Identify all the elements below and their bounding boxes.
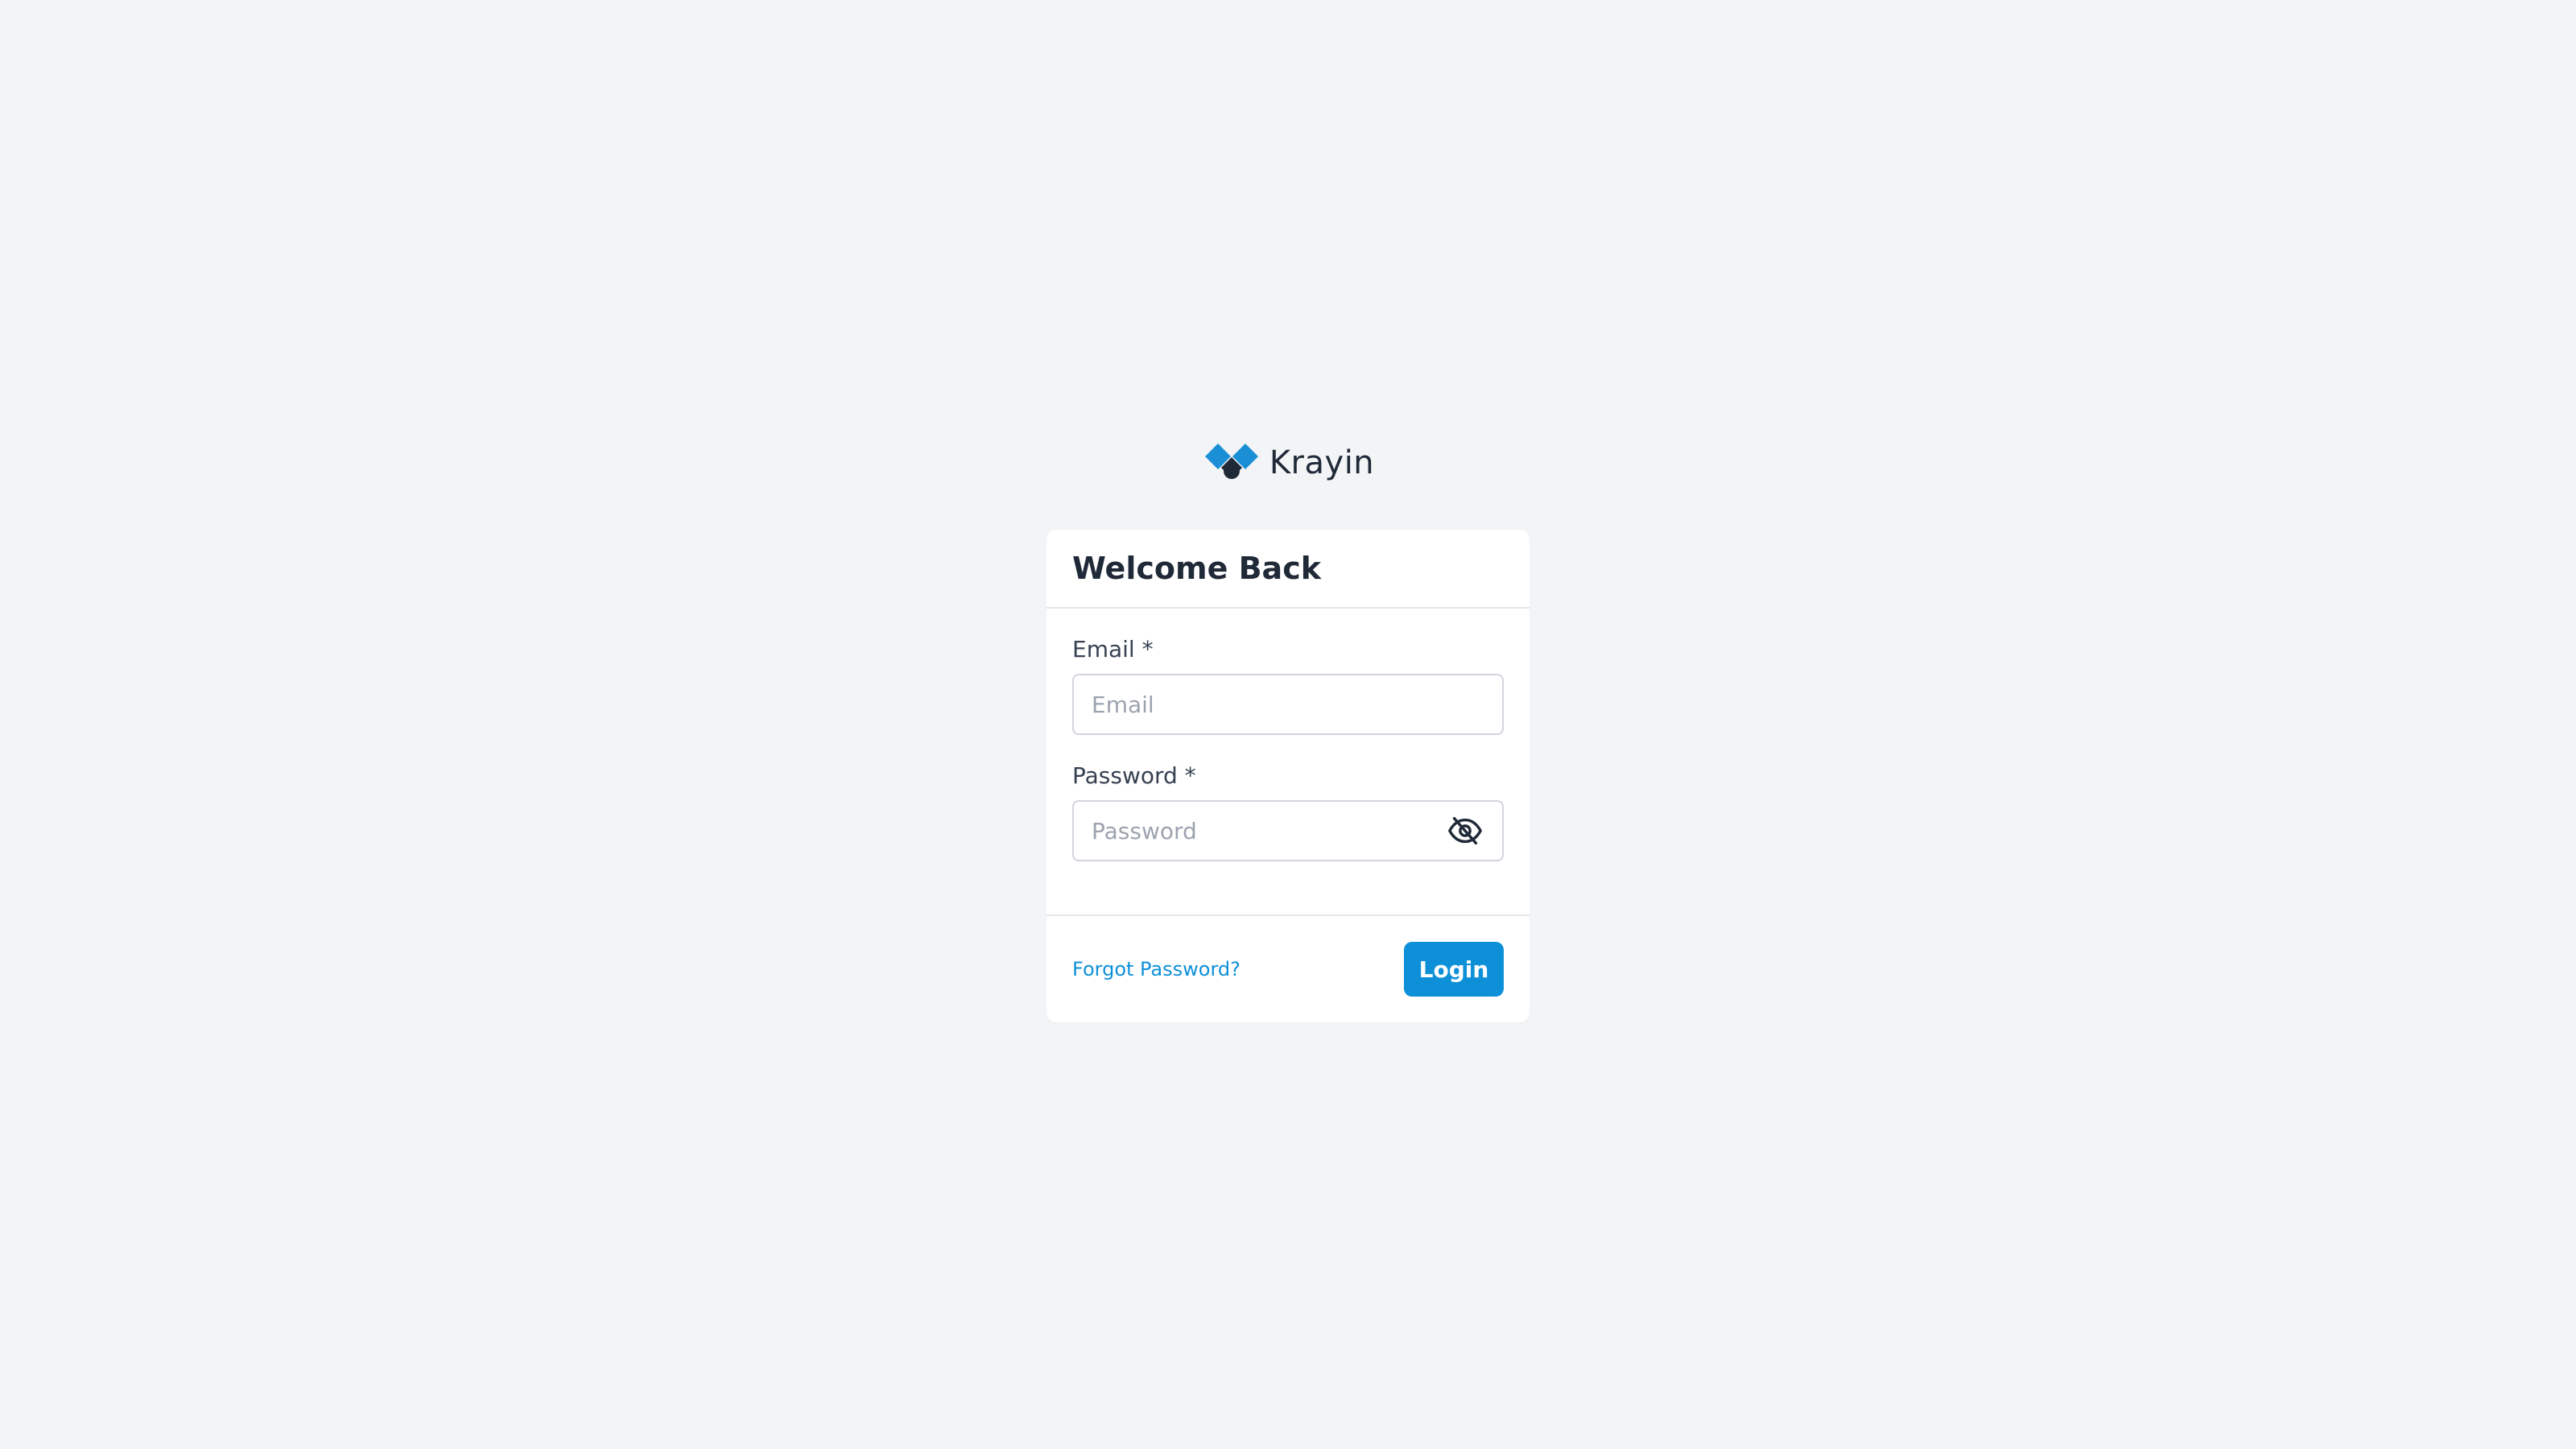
password-label: Password *: [1072, 762, 1196, 789]
password-input[interactable]: [1092, 817, 1484, 844]
email-field-group: Email *: [1072, 636, 1504, 735]
forgot-password-link[interactable]: Forgot Password?: [1072, 958, 1241, 980]
eye-slash-icon[interactable]: [1446, 811, 1484, 850]
brand-logo: Krayin: [1050, 435, 1530, 491]
password-input-box: [1072, 800, 1504, 861]
login-card: Welcome Back Email * Password *: [1046, 530, 1530, 1022]
login-button[interactable]: Login: [1404, 942, 1504, 997]
login-card-body: Email * Password *: [1046, 609, 1530, 914]
login-card-footer: Forgot Password? Login: [1046, 914, 1530, 1022]
page-title: Welcome Back: [1072, 551, 1321, 586]
email-input-box: [1072, 674, 1504, 735]
login-card-header: Welcome Back: [1046, 530, 1530, 609]
krayin-logo-icon: [1204, 444, 1258, 479]
password-field-group: Password *: [1072, 762, 1504, 861]
brand-name: Krayin: [1269, 444, 1375, 481]
email-input[interactable]: [1092, 691, 1484, 718]
email-label: Email *: [1072, 636, 1154, 663]
login-container: Krayin Welcome Back Email * Password *: [1046, 435, 1530, 1022]
